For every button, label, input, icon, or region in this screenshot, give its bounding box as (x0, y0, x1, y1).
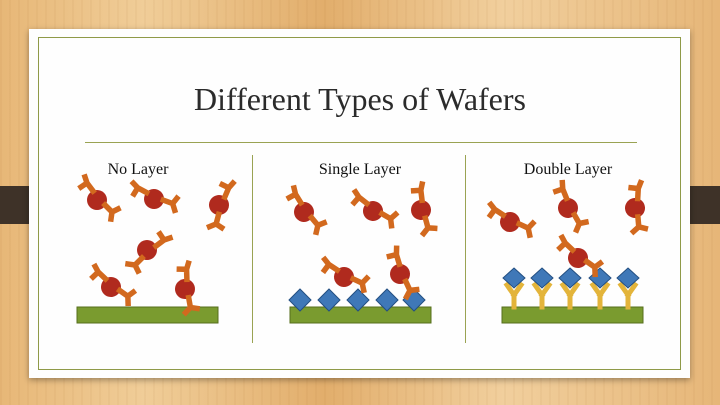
antibody-arm (419, 214, 438, 238)
antibody-arm (350, 188, 371, 208)
antibody-arm (386, 245, 403, 268)
antibody-arm (176, 259, 192, 283)
antibody-arm (101, 201, 122, 223)
antibody-complex-13 (552, 179, 590, 234)
antibody-complex-12 (486, 200, 537, 239)
linkers (503, 281, 639, 310)
antibody-arm (349, 274, 371, 294)
antibody-arm (205, 211, 226, 232)
antibody-arm (218, 179, 237, 201)
antibody-complex-7 (285, 184, 328, 236)
wafer-2 (289, 306, 432, 324)
antibody-complex-2 (129, 179, 181, 214)
antibody-complex-14 (625, 179, 649, 236)
antibody-arm (307, 213, 328, 236)
wafer-diagram (76, 173, 649, 324)
antibody-complex-1 (77, 173, 122, 223)
antibody-arm (378, 210, 400, 229)
antibodies (77, 173, 649, 317)
antibody-arm (556, 233, 577, 254)
antibody-arm (552, 179, 571, 202)
antibody-arm (285, 184, 305, 207)
antibody-arm (410, 180, 426, 204)
antibody-arm (320, 255, 341, 275)
antibody-complex-9 (410, 180, 438, 238)
antibody-complex-8 (350, 188, 400, 229)
antibody-arm (124, 254, 146, 275)
antibody-arm (159, 194, 181, 214)
antibody-complex-3 (205, 179, 237, 232)
antibody-arm (89, 262, 110, 283)
antibody-arm (629, 213, 649, 236)
antibody-arm (115, 286, 138, 307)
antibody-arm (77, 173, 97, 195)
antibody-arm (486, 200, 507, 220)
antibody-complex-4 (124, 230, 174, 275)
antibody-arm (515, 219, 537, 239)
antibody-complex-5 (89, 262, 138, 307)
antibody-arm (570, 211, 590, 234)
antibody-arm (152, 230, 174, 250)
antibody-arm (129, 179, 151, 198)
antibody-arm (628, 179, 645, 202)
